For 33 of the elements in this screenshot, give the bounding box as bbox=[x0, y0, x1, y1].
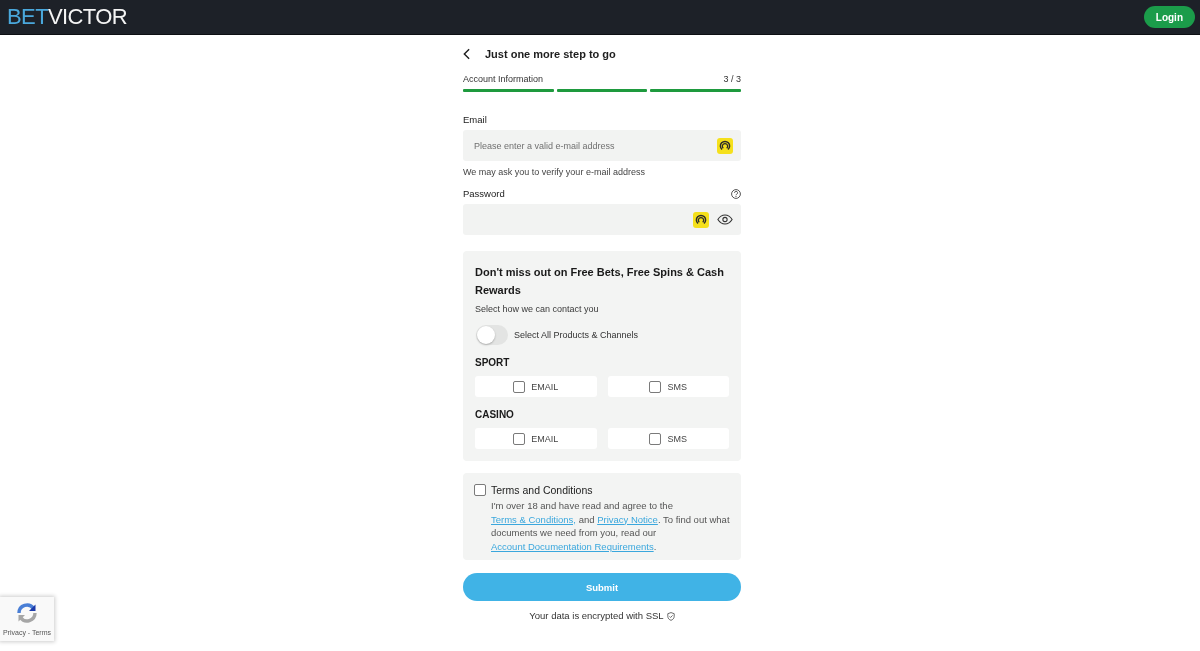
group-heading: SPORT bbox=[475, 356, 511, 370]
step-label: Account Information bbox=[463, 73, 544, 85]
password-field[interactable] bbox=[463, 204, 741, 235]
login-button[interactable]: Login bbox=[1143, 6, 1195, 28]
channel-option[interactable]: EMAIL bbox=[475, 428, 597, 449]
checkbox[interactable] bbox=[649, 432, 662, 445]
circular-arrows-icon bbox=[15, 601, 39, 625]
promo-heading: Don't miss out on Free Bets, Free Spins & Cash Rewards bbox=[475, 265, 725, 298]
checkbox[interactable] bbox=[513, 432, 526, 445]
help-icon[interactable] bbox=[731, 189, 741, 199]
promo-subheading: Select how we can contact you bbox=[475, 303, 600, 315]
group-heading: CASINO bbox=[475, 408, 515, 422]
terms-title: Terms and Conditions bbox=[491, 483, 594, 497]
field-label: Password bbox=[463, 188, 505, 200]
email-field[interactable]: Please enter a valid e-mail address bbox=[463, 130, 741, 161]
field-label: Email bbox=[463, 114, 487, 126]
shield-check-icon bbox=[666, 611, 675, 621]
page-title: Just one more step to go bbox=[485, 47, 616, 62]
toggle-label: Select All Products & Channels bbox=[514, 329, 639, 341]
terms-text: I'm over 18 and have read and agree to the Terms & Conditions, and Privacy Notice. To find out what documents we need from you, read our Account Documentation Requirements. bbox=[491, 499, 730, 554]
field-hint: We may ask you to verify your e-mail address bbox=[463, 166, 646, 178]
channel-option[interactable]: EMAIL bbox=[475, 376, 597, 397]
logo[interactable]: BETVICTOR bbox=[7, 5, 128, 29]
eye-icon[interactable] bbox=[717, 214, 733, 225]
checkbox[interactable] bbox=[474, 484, 486, 496]
channel-option[interactable]: SMS bbox=[607, 376, 729, 397]
toggle-switch[interactable] bbox=[476, 325, 508, 345]
chevron-left-icon[interactable] bbox=[463, 48, 470, 60]
step-counter: 3 / 3 bbox=[723, 73, 741, 85]
checkbox[interactable] bbox=[649, 380, 662, 393]
security-note: Your data is encrypted with SSL bbox=[529, 610, 664, 623]
checkbox[interactable] bbox=[513, 380, 526, 393]
channel-option[interactable]: SMS bbox=[607, 428, 729, 449]
